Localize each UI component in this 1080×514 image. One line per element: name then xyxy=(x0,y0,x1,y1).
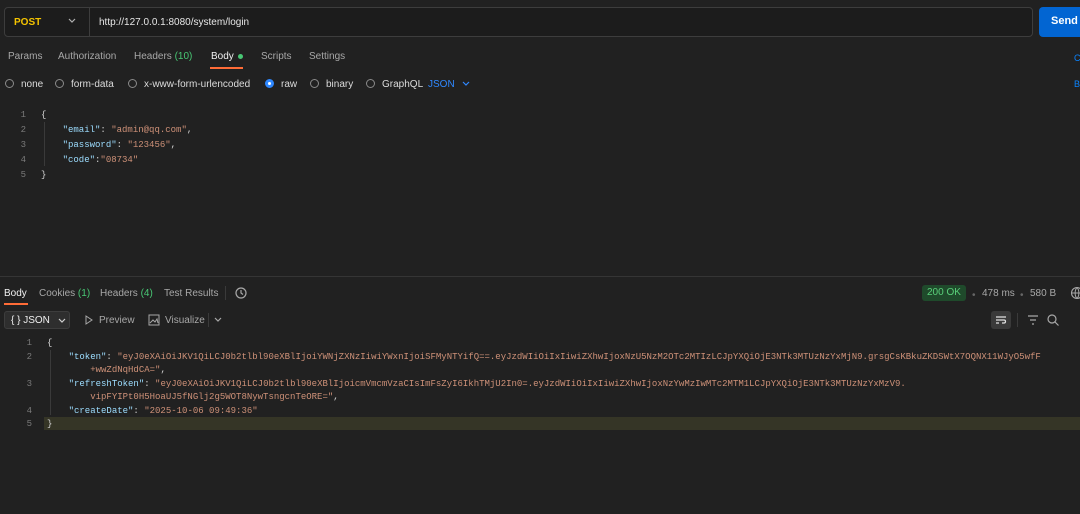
line-number: 3 xyxy=(20,140,26,150)
open-brace: { xyxy=(47,338,53,348)
chevron-down-icon xyxy=(67,14,77,28)
response-tab-cookies[interactable]: Cookies (1) xyxy=(39,288,90,299)
radio-none[interactable] xyxy=(5,79,14,88)
image-icon xyxy=(148,314,160,326)
line-number: 3 xyxy=(26,378,32,389)
separator xyxy=(1017,313,1018,327)
radio-graphql[interactable] xyxy=(366,79,375,88)
url-bar: POST http://127.0.0.1:8080/system/login xyxy=(4,7,1033,37)
close-brace: } xyxy=(47,419,53,429)
line-number: 4 xyxy=(20,155,26,165)
json-value: +wwZdNqHdCA=" xyxy=(90,365,161,375)
tab-body-label: Body xyxy=(211,51,234,62)
search-icon[interactable] xyxy=(1046,313,1060,327)
line-number: 1 xyxy=(26,338,32,348)
request-line-numbers: 1 2 3 4 5 xyxy=(6,108,26,183)
line-number: 1 xyxy=(20,110,26,120)
response-tab-cookies-label: Cookies xyxy=(39,288,76,299)
json-value: "admin@qq.com" xyxy=(111,125,187,135)
line-number: 5 xyxy=(26,419,32,429)
json-key: "email" xyxy=(62,125,101,135)
preview-button[interactable]: Preview xyxy=(99,315,135,326)
json-key: "code" xyxy=(62,155,96,165)
globe-icon[interactable] xyxy=(1070,286,1080,300)
radio-urlencoded-label: x-www-form-urlencoded xyxy=(144,79,251,90)
response-line-numbers: 1 2 3 4 5 xyxy=(12,337,32,432)
radio-graphql-label: GraphQL xyxy=(382,79,424,90)
pane-divider[interactable] xyxy=(0,276,1080,277)
json-value: "08734" xyxy=(100,155,139,165)
response-time[interactable]: 478 ms xyxy=(982,288,1015,299)
json-key: "refreshToken" xyxy=(68,378,145,389)
response-tab-body[interactable]: Body xyxy=(4,288,27,299)
send-button[interactable]: Send xyxy=(1039,7,1080,37)
request-body-editor[interactable]: { "email": "admin@qq.com", "password": "… xyxy=(41,108,192,183)
radio-urlencoded[interactable] xyxy=(128,79,137,88)
response-tab-headers-label: Headers xyxy=(100,288,138,299)
json-key: "password" xyxy=(62,140,117,150)
tab-params[interactable]: Params xyxy=(8,51,42,62)
json-value: "2025-10-06 09:49:36" xyxy=(144,405,258,416)
bullet: • xyxy=(972,290,976,301)
wrap-icon xyxy=(994,313,1008,327)
status-badge[interactable]: 200 OK xyxy=(922,285,966,301)
chevron-down-icon xyxy=(461,77,471,91)
json-key: "token" xyxy=(68,351,107,362)
json-value: "eyJ0eXAiOiJKV1QiLCJ0b2tlbl90eXBlIjoiYWN… xyxy=(117,351,1041,362)
cookies-link[interactable]: C xyxy=(1074,53,1080,63)
bullet: • xyxy=(1020,290,1024,301)
format-select[interactable]: JSON xyxy=(428,79,455,90)
json-value: "123456" xyxy=(127,140,171,150)
line-number: 4 xyxy=(26,405,32,416)
radio-raw[interactable] xyxy=(265,79,274,88)
response-tab-headers[interactable]: Headers (4) xyxy=(100,288,153,299)
headers-count: (10) xyxy=(174,51,193,62)
radio-none-label: none xyxy=(21,79,44,90)
response-format-label: { } JSON xyxy=(11,315,50,326)
url-input[interactable]: http://127.0.0.1:8080/system/login xyxy=(99,17,249,28)
tab-headers[interactable]: Headers (10) xyxy=(134,51,192,62)
radio-form-data-label: form-data xyxy=(71,79,114,90)
tab-body[interactable]: Body xyxy=(211,51,243,62)
line-number: 2 xyxy=(20,125,26,135)
beautify-link[interactable]: B xyxy=(1074,79,1080,89)
separator xyxy=(208,313,209,327)
wrap-lines-button[interactable] xyxy=(991,311,1011,329)
tab-headers-label: Headers xyxy=(134,51,172,62)
filter-icon[interactable] xyxy=(1026,313,1040,327)
open-brace: { xyxy=(41,110,47,120)
method-select[interactable]: POST xyxy=(5,8,90,36)
status-code: 200 OK xyxy=(927,287,961,298)
active-response-tab-indicator xyxy=(4,303,28,305)
response-format-select[interactable]: { } JSON xyxy=(4,311,70,329)
response-body-viewer[interactable]: { "token": "eyJ0eXAiOiJKV1QiLCJ0b2tlbl90… xyxy=(47,337,1041,432)
radio-raw-label: raw xyxy=(281,79,298,90)
line-number: 5 xyxy=(20,170,26,180)
line-number: 2 xyxy=(26,351,32,362)
json-value: vipFYIPt0H5HoaUJ5fNGlj2g5WOT8NywTsngcnTe… xyxy=(90,392,334,402)
cookies-count: (1) xyxy=(77,288,91,299)
json-value: "eyJ0eXAiOiJKV1QiLCJ0b2tlbl90eXBlIjoicmV… xyxy=(155,378,906,389)
chevron-down-icon xyxy=(57,314,67,328)
json-key: "createDate" xyxy=(68,405,134,416)
body-modified-dot xyxy=(237,53,243,59)
radio-form-data[interactable] xyxy=(55,79,64,88)
send-label: Send xyxy=(1051,15,1078,27)
tab-authorization[interactable]: Authorization xyxy=(58,51,116,62)
tab-settings[interactable]: Settings xyxy=(309,51,345,62)
visualize-button[interactable]: Visualize xyxy=(165,315,205,326)
response-size[interactable]: 580 B xyxy=(1030,288,1056,299)
history-icon[interactable] xyxy=(234,286,248,300)
active-tab-indicator xyxy=(210,67,243,69)
radio-binary-label: binary xyxy=(326,79,354,90)
response-headers-count: (4) xyxy=(140,288,153,299)
close-brace: } xyxy=(41,170,47,180)
play-icon xyxy=(84,315,94,325)
chevron-down-icon[interactable] xyxy=(213,313,223,327)
response-tab-test-results[interactable]: Test Results xyxy=(164,288,218,299)
separator xyxy=(225,286,226,300)
method-label: POST xyxy=(14,17,42,28)
tab-scripts[interactable]: Scripts xyxy=(261,51,292,62)
radio-binary[interactable] xyxy=(310,79,319,88)
